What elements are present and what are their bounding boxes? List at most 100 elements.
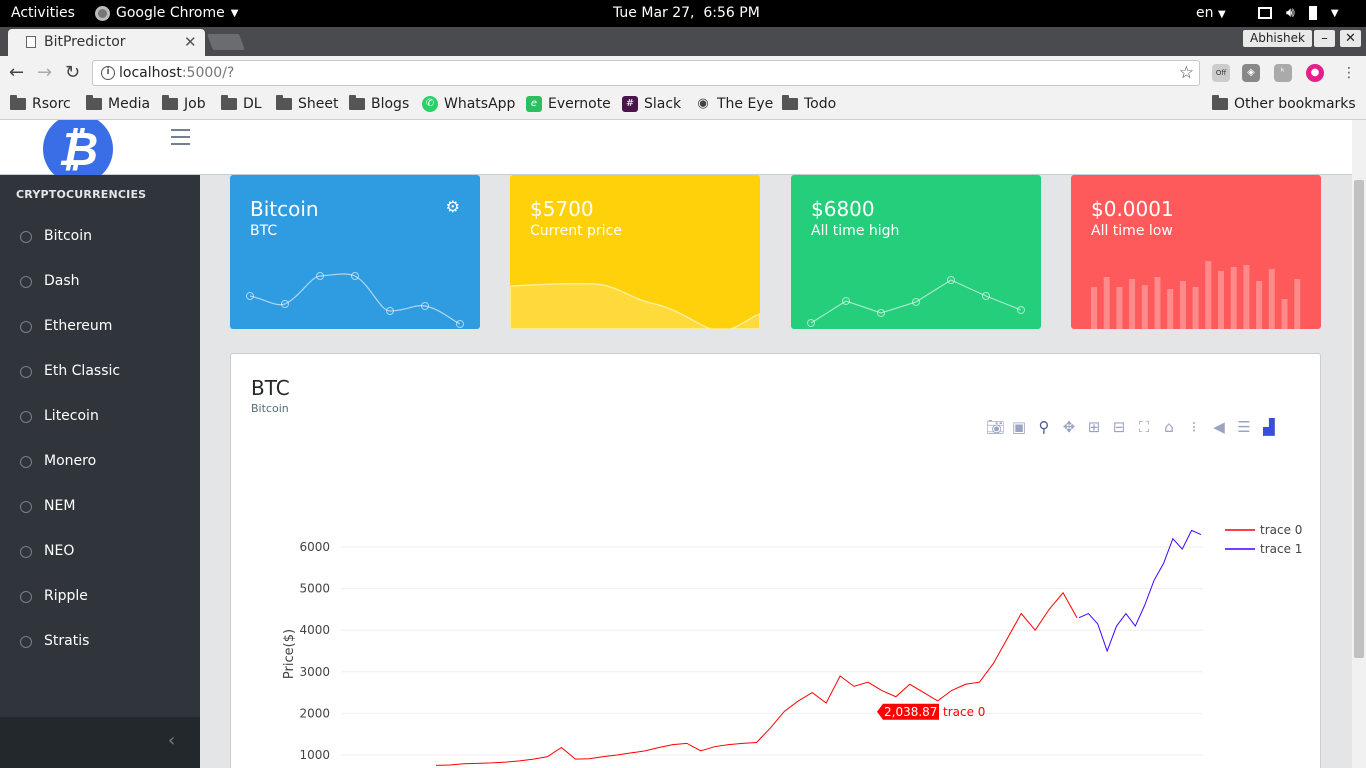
panel-subtitle: Bitcoin: [251, 402, 289, 415]
clock[interactable]: Tue Mar 27, 6:56 PM: [613, 5, 760, 21]
speedometer-icon: [20, 321, 32, 333]
folder-icon: [782, 95, 798, 110]
info-icon[interactable]: i: [101, 66, 115, 80]
sidebar-item-eth-classic[interactable]: Eth Classic: [0, 349, 200, 394]
bar: [1091, 287, 1097, 329]
speedometer-icon: [20, 636, 32, 648]
bookmark-job[interactable]: Job: [162, 95, 206, 112]
dropdown-arrow-icon[interactable]: ▼: [1331, 8, 1339, 21]
close-window-button[interactable]: ✕: [1340, 30, 1361, 47]
page-scrollbar[interactable]: [1352, 120, 1366, 768]
other-bookmarks[interactable]: Other bookmarks: [1212, 95, 1356, 112]
series-trace-1[interactable]: [1078, 529, 1202, 653]
sidebar-item-ripple[interactable]: Ripple: [0, 574, 200, 619]
bookmarks-bar: Rsorc Media Job DL Sheet Blogs ✆ WhatsApp…: [0, 92, 1366, 120]
volume-icon[interactable]: 🔊︎: [1286, 5, 1295, 21]
speedometer-icon: [20, 366, 32, 378]
bookmark-star-icon[interactable]: ☆: [1179, 61, 1194, 85]
dropdown-arrow-icon: ▼: [1217, 9, 1226, 20]
activities-button[interactable]: Activities: [11, 5, 75, 21]
sidebar-item-label: NEO: [44, 543, 75, 559]
tab-strip: BitPredictor ✕ Abhishek – ✕: [0, 27, 1366, 56]
series-trace-0[interactable]: [435, 591, 1078, 766]
bar: [1230, 267, 1237, 329]
sidebar-item-bitcoin[interactable]: Bitcoin: [0, 214, 200, 259]
bookmark-label: Media: [108, 96, 151, 112]
app-name: Google Chrome: [116, 5, 225, 21]
back-icon[interactable]: ←: [9, 64, 24, 82]
sidebar-item-nem[interactable]: NEM: [0, 484, 200, 529]
bookmark-label: DL: [243, 96, 262, 112]
card-all-time-low: $0.0001 All time low: [1071, 175, 1321, 329]
gear-icon[interactable]: ⚙: [446, 197, 460, 216]
legend-label[interactable]: trace 1: [1260, 542, 1302, 556]
address-bar[interactable]: i localhost:5000/? ☆: [92, 60, 1200, 86]
bookmark-blogs[interactable]: Blogs: [349, 95, 409, 112]
sidebar-item-ethereum[interactable]: Ethereum: [0, 304, 200, 349]
hamburger-menu-icon[interactable]: [171, 129, 190, 145]
eye-icon: ◉: [697, 96, 709, 111]
sidebar-item-dash[interactable]: Dash: [0, 259, 200, 304]
bookmark-label: WhatsApp: [444, 96, 516, 112]
card-subtitle: BTC: [250, 223, 278, 239]
navigation-bar: ← → ↻ i localhost:5000/? ☆: [0, 56, 1366, 92]
scrollbar-thumb[interactable]: [1354, 180, 1364, 658]
bookmark-the-eye[interactable]: ◉ The Eye: [695, 96, 773, 112]
bar: [1141, 285, 1148, 329]
chrome-icon: [95, 5, 110, 21]
evernote-icon: e: [526, 96, 542, 112]
speedometer-icon: [20, 546, 32, 558]
sidebar-item-stratis[interactable]: Stratis: [0, 619, 200, 664]
y-tick-label: 5000: [299, 582, 330, 596]
card-title: Bitcoin: [250, 197, 319, 221]
system-tray[interactable]: 🔊︎ ▼: [1258, 5, 1339, 21]
price-chart[interactable]: 1000 2000 3000 4000 5000 6000 Price($) trace 0 t…: [231, 422, 1320, 768]
bookmark-slack[interactable]: # Slack: [622, 96, 681, 112]
sidebar-item-neo[interactable]: NEO: [0, 529, 200, 574]
speedometer-icon: [20, 411, 32, 423]
card-sparkline: [246, 272, 464, 328]
sidebar-item-litecoin[interactable]: Litecoin: [0, 394, 200, 439]
bookmark-evernote[interactable]: e Evernote: [526, 96, 611, 112]
eye-extension-icon[interactable]: ●: [1306, 64, 1324, 82]
sidebar-minimizer[interactable]: ‹: [0, 717, 200, 768]
web-page: ₿ CRYPTOCURRENCIES Bitcoin Dash Ethereum…: [0, 120, 1352, 768]
bookmark-label: Rsorc: [32, 96, 71, 112]
language-selector[interactable]: en ▼: [1196, 5, 1226, 21]
card-title: $0.0001: [1091, 197, 1174, 221]
profile-button[interactable]: Abhishek: [1243, 30, 1312, 47]
reload-icon[interactable]: ↻: [65, 64, 80, 82]
bookmark-media[interactable]: Media: [86, 95, 151, 112]
bookmark-label: Slack: [644, 96, 682, 112]
folder-icon: [10, 95, 26, 110]
bookmark-sheet[interactable]: Sheet: [276, 95, 338, 112]
bookmark-rsorc[interactable]: Rsorc: [10, 95, 71, 112]
bookmark-dl[interactable]: DL: [221, 95, 262, 112]
menu-dots-icon[interactable]: ⋮: [1340, 64, 1358, 82]
url-path: :5000/?: [181, 65, 235, 81]
battery-icon[interactable]: [1308, 6, 1317, 20]
minimize-button[interactable]: –: [1314, 30, 1335, 47]
forward-icon[interactable]: →: [37, 64, 52, 82]
tab-bitpredictor[interactable]: BitPredictor ✕: [8, 29, 205, 56]
bar: [1129, 279, 1136, 329]
bar: [1154, 277, 1161, 329]
sidebar-item-label: Bitcoin: [44, 228, 93, 244]
extension-icon[interactable]: ᵏ: [1274, 64, 1292, 82]
app-menu[interactable]: Google Chrome ▼: [95, 5, 238, 21]
bookmark-todo[interactable]: Todo: [782, 95, 836, 112]
sidebar-item-label: Monero: [44, 453, 97, 469]
bookmark-label: Job: [184, 96, 206, 112]
shield-extension-icon[interactable]: ◈: [1242, 64, 1260, 82]
dropdown-arrow-icon: ▼: [230, 7, 239, 19]
sidebar-item-label: Stratis: [44, 633, 90, 649]
close-tab-icon[interactable]: ✕: [184, 33, 197, 51]
extension-off-icon[interactable]: Off: [1212, 64, 1230, 82]
y-tick-label: 3000: [299, 665, 330, 679]
legend-label[interactable]: trace 0: [1260, 523, 1302, 537]
sidebar-item-monero[interactable]: Monero: [0, 439, 200, 484]
bookmark-whatsapp[interactable]: ✆ WhatsApp: [422, 96, 515, 112]
new-tab-button[interactable]: [207, 34, 245, 50]
screen-icon[interactable]: [1258, 7, 1272, 19]
system-top-bar: Activities Google Chrome ▼ Tue Mar 27, 6…: [0, 0, 1366, 27]
